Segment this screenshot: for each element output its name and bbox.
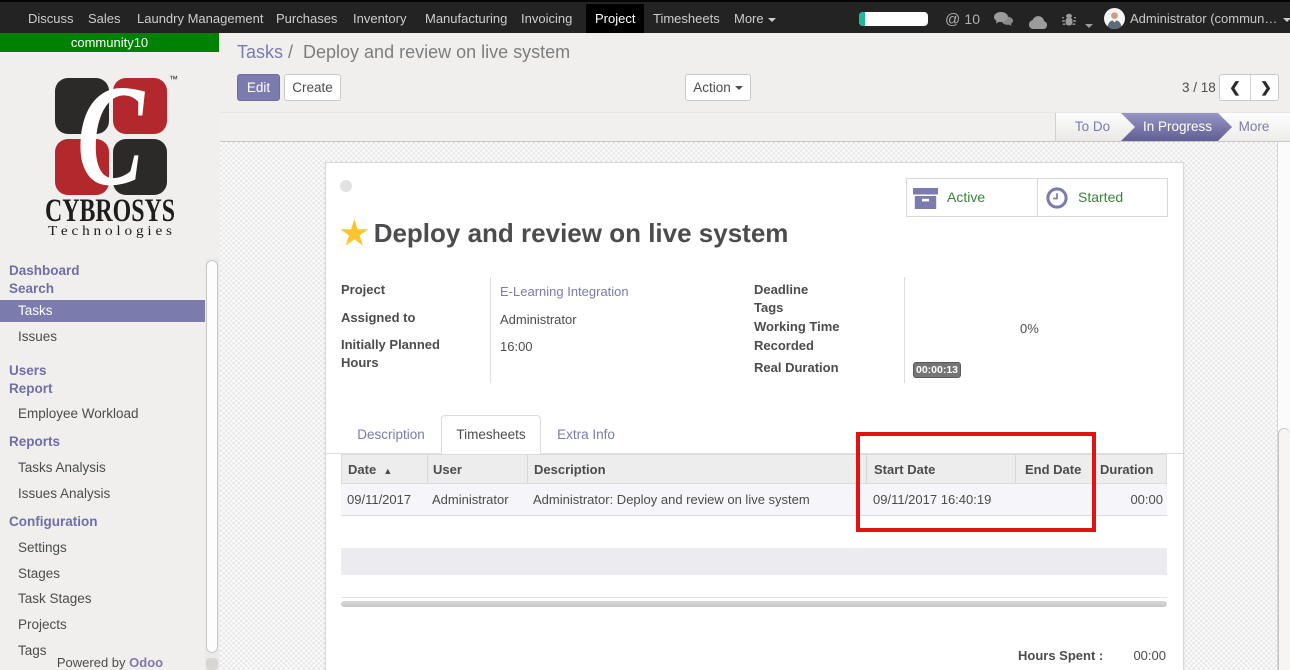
- svg-text:T e c h n o l o g i e s: T e c h n o l o g i e s: [48, 223, 172, 238]
- svg-text:™: ™: [169, 74, 178, 84]
